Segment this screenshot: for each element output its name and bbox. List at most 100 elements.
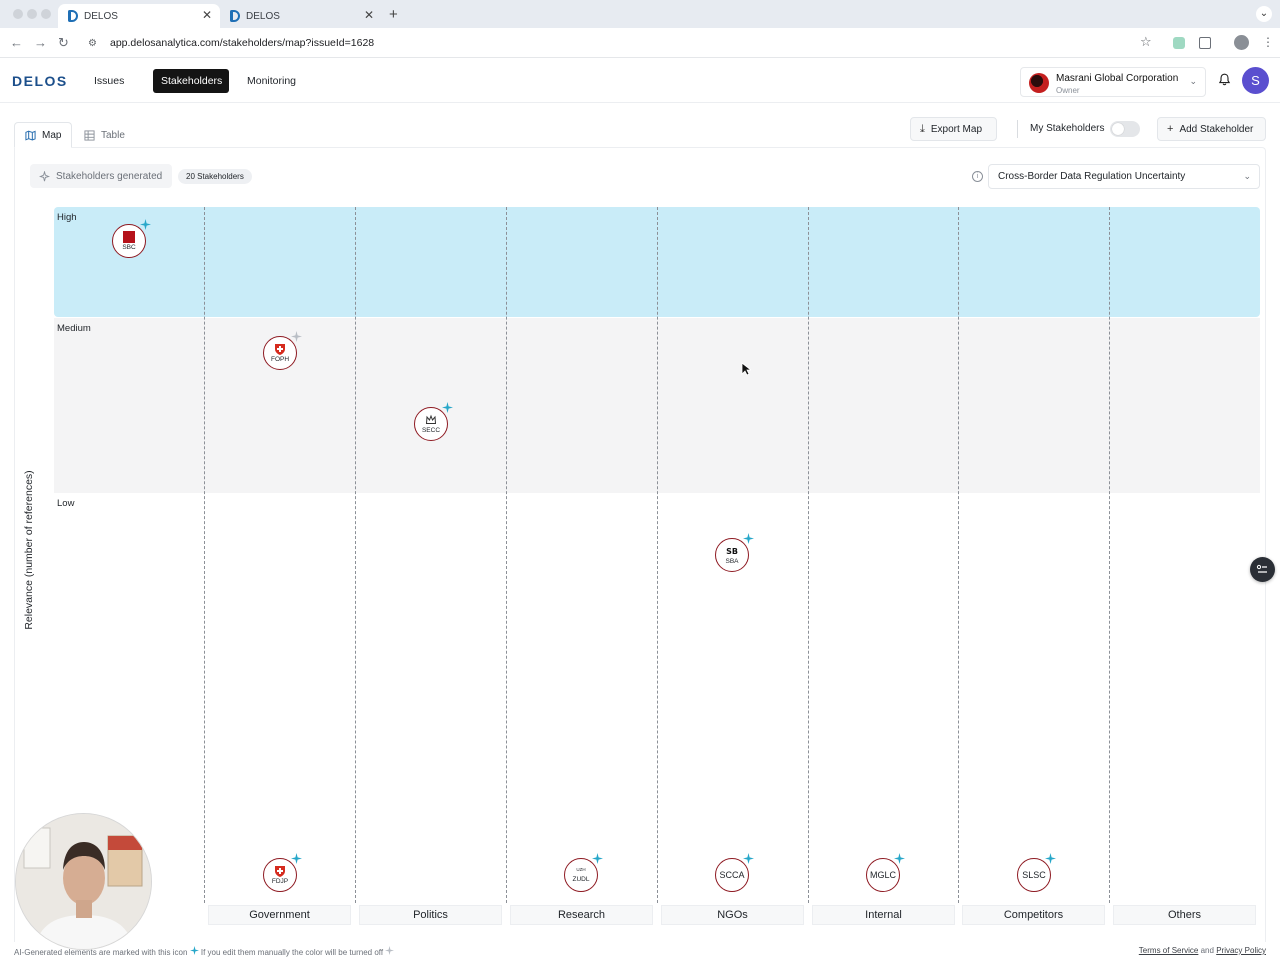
- tab-search-chevron-icon[interactable]: ⌄: [1256, 6, 1272, 22]
- list-settings-icon: [1256, 564, 1267, 573]
- stakeholder-code: SBC: [122, 243, 136, 251]
- nav-issues[interactable]: Issues: [86, 69, 132, 93]
- stakeholder-code: SCCA: [719, 870, 745, 880]
- presenter-video-image: [16, 814, 151, 949]
- stakeholder-node-fdjp[interactable]: FDJP: [263, 853, 302, 892]
- stakeholder-node-slsc[interactable]: SLSC: [1017, 853, 1056, 892]
- stakeholder-count-badge: 20 Stakeholders: [178, 169, 252, 184]
- org-role: Owner: [1056, 86, 1080, 95]
- stakeholder-node-sba[interactable]: SB SBA: [715, 533, 754, 572]
- forward-arrow-icon[interactable]: →: [34, 35, 47, 50]
- footer-links: Terms of Service and Privacy Policy: [1139, 946, 1266, 955]
- ai-sparkle-icon: [291, 331, 302, 342]
- extension-icon[interactable]: [1173, 37, 1185, 49]
- window-close-dot[interactable]: [13, 9, 23, 19]
- chevron-down-icon: ⌄: [1189, 76, 1197, 86]
- organization-selector[interactable]: Masrani Global Corporation Owner ⌄: [1020, 67, 1206, 97]
- info-icon[interactable]: i: [972, 171, 983, 182]
- stakeholder-node-secc[interactable]: SECC: [414, 402, 453, 441]
- issue-select-value: Cross-Border Data Regulation Uncertainty: [998, 171, 1186, 182]
- back-arrow-icon[interactable]: ←: [10, 35, 23, 50]
- browser-tab-title: DELOS: [84, 10, 118, 22]
- stakeholder-code: SBA: [725, 557, 739, 565]
- new-tab-plus-icon[interactable]: +: [389, 6, 398, 23]
- delos-favicon-icon: [68, 10, 78, 22]
- ai-sparkle-icon: [189, 946, 199, 955]
- delos-logo[interactable]: DELOS: [12, 73, 68, 89]
- bookmark-star-icon[interactable]: ☆: [1140, 34, 1152, 50]
- my-stakeholders-toggle[interactable]: [1110, 121, 1140, 137]
- add-stakeholder-button[interactable]: + Add Stakeholder: [1157, 117, 1266, 141]
- address-bar[interactable]: ⚙ app.delosanalytica.com/stakeholders/ma…: [82, 31, 1162, 55]
- stakeholder-node-scca[interactable]: SCCA: [715, 853, 754, 892]
- site-settings-icon[interactable]: ⚙: [88, 38, 100, 49]
- footnote-suffix: If you edit them manually the color will…: [200, 948, 384, 957]
- toggle-knob: [1112, 123, 1124, 135]
- nav-monitoring[interactable]: Monitoring: [239, 69, 304, 93]
- sparkle-icon: [39, 170, 50, 181]
- column-divider: [657, 207, 658, 903]
- toolbar-divider: [1017, 120, 1018, 138]
- stakeholder-node-foph[interactable]: FOPH: [263, 331, 302, 370]
- browser-tab-delos-active[interactable]: DELOS ✕: [58, 4, 220, 28]
- window-zoom-dot[interactable]: [41, 9, 51, 19]
- stakeholder-node-sbc[interactable]: SBC: [112, 219, 151, 258]
- tab-close-icon[interactable]: ✕: [364, 8, 374, 22]
- column-header-politics: Politics: [359, 905, 502, 925]
- column-divider: [808, 207, 809, 903]
- add-stakeholder-label: Add Stakeholder: [1179, 123, 1254, 135]
- band-label-high: High: [57, 212, 77, 223]
- column-divider: [506, 207, 507, 903]
- band-label-medium: Medium: [57, 323, 91, 334]
- ai-sparkle-icon: [140, 219, 151, 230]
- column-header-others: Others: [1113, 905, 1256, 925]
- browser-profile-icon[interactable]: [1234, 35, 1249, 50]
- delos-favicon-icon: [230, 10, 240, 22]
- export-map-button[interactable]: ⤓ Export Map: [910, 117, 997, 141]
- column-header-government: Government: [208, 905, 351, 925]
- ai-sparkle-icon: [1045, 853, 1056, 864]
- terms-link[interactable]: Terms of Service: [1139, 946, 1199, 955]
- app-header: DELOS Issues Stakeholders Monitoring Mas…: [0, 59, 1280, 103]
- column-divider: [204, 207, 205, 903]
- stakeholder-node-zudl[interactable]: UZH ZUDL: [564, 853, 603, 892]
- extensions-puzzle-icon[interactable]: [1199, 37, 1211, 49]
- uzh-logo-mark: UZH: [576, 867, 586, 872]
- tab-map[interactable]: Map: [14, 122, 73, 148]
- side-panel-toggle-button[interactable]: [1250, 557, 1275, 582]
- footer-and: and: [1200, 946, 1214, 955]
- browser-tab-delos[interactable]: DELOS ✕: [220, 4, 382, 28]
- tab-map-label: Map: [42, 129, 62, 141]
- stakeholder-code: ZUDL: [572, 876, 590, 883]
- chevron-down-icon: ⌄: [1243, 171, 1251, 181]
- ai-sparkle-icon: [894, 853, 905, 864]
- window-minimize-dot[interactable]: [27, 9, 37, 19]
- privacy-link[interactable]: Privacy Policy: [1216, 946, 1266, 955]
- table-grid-icon: [84, 129, 95, 141]
- issue-select[interactable]: Cross-Border Data Regulation Uncertainty…: [988, 164, 1260, 189]
- band-label-low: Low: [57, 498, 75, 509]
- ai-sparkle-icon: [442, 402, 453, 413]
- org-logo-icon: [1029, 73, 1049, 93]
- tab-table[interactable]: Table: [74, 122, 135, 148]
- mouse-cursor-icon: [741, 362, 751, 376]
- svg-text:SB: SB: [726, 547, 738, 556]
- y-axis-label: Relevance (number of references): [23, 470, 35, 630]
- bell-icon[interactable]: [1218, 73, 1231, 86]
- column-header-research: Research: [510, 905, 653, 925]
- download-icon: ⤓: [920, 122, 925, 135]
- tab-table-label: Table: [101, 129, 125, 141]
- stakeholder-code: FDJP: [271, 877, 289, 885]
- browser-menu-icon[interactable]: ⋮: [1262, 35, 1274, 49]
- browser-tab-bar: DELOS ✕ DELOS ✕ + ⌄: [0, 0, 1280, 28]
- user-avatar[interactable]: S: [1242, 67, 1269, 94]
- plus-icon: +: [1167, 123, 1174, 135]
- export-map-label: Export Map: [930, 123, 983, 135]
- reload-icon[interactable]: ↻: [58, 35, 69, 51]
- browser-tab-title: DELOS: [246, 10, 280, 22]
- stakeholder-code: FOPH: [270, 355, 290, 363]
- nav-stakeholders[interactable]: Stakeholders: [153, 69, 229, 93]
- my-stakeholders-label: My Stakeholders: [1030, 123, 1105, 134]
- tab-close-icon[interactable]: ✕: [202, 8, 212, 22]
- stakeholder-node-mglc[interactable]: MGLC: [866, 853, 905, 892]
